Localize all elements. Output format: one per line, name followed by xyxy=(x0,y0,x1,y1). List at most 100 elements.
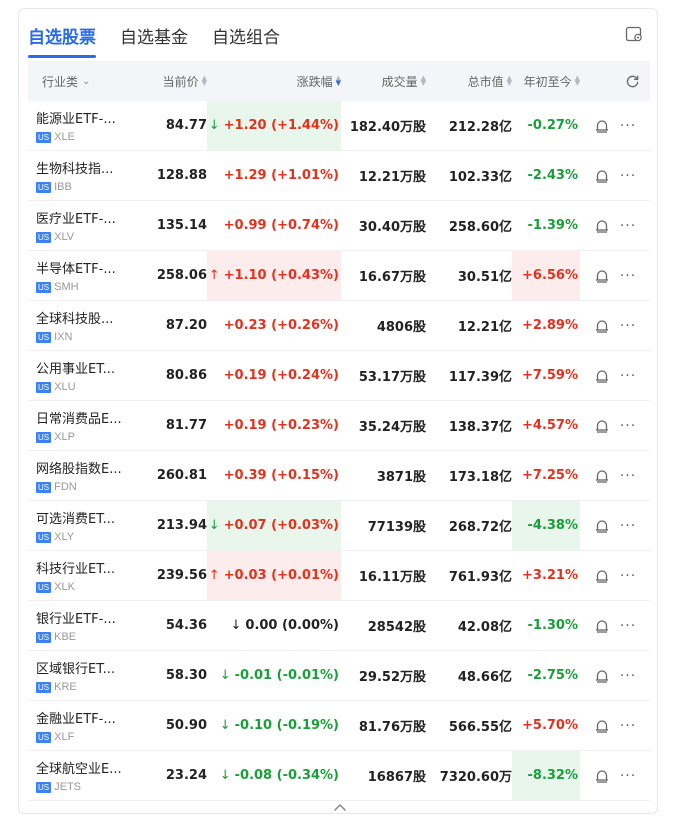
fund-name[interactable]: 能源业ETF-... xyxy=(36,108,116,127)
fund-name[interactable]: 公用事业ET... xyxy=(36,358,115,377)
market-badge: US xyxy=(36,131,52,143)
bell-icon[interactable] xyxy=(594,118,610,134)
price-value: 128.88 xyxy=(156,168,207,183)
more-icon[interactable]: ··· xyxy=(620,669,636,683)
table-row[interactable]: 网络股指数E... US FDN 260.81 +0.39 (+0.15%) 3… xyxy=(28,451,650,501)
ops-cell: ··· xyxy=(580,251,650,300)
header-ytd[interactable]: 年初至今 ▲ ▼ xyxy=(512,73,580,90)
market-cap-value: 12.21亿 xyxy=(457,320,512,335)
more-icon[interactable]: ··· xyxy=(620,619,636,633)
ytd-value: +2.89% xyxy=(522,318,578,333)
bell-icon[interactable] xyxy=(594,768,610,784)
table-row[interactable]: 金融业ETF-... US XLF 50.90 ↓ -0.10 (-0.19%) … xyxy=(28,701,650,751)
ticker-symbol: JETS xyxy=(54,781,82,793)
ytd-cell: +6.56% xyxy=(512,251,580,300)
change-cell: +0.19 (+0.23%) xyxy=(207,401,341,450)
fund-name[interactable]: 银行业ETF-... xyxy=(36,608,116,627)
fund-name[interactable]: 可选消费ET... xyxy=(36,508,115,527)
ticker: US XLV xyxy=(36,231,74,243)
table-row[interactable]: 区域银行ET... US KRE 58.30 ↓ -0.01 (-0.01%) 2… xyxy=(28,651,650,701)
more-icon[interactable]: ··· xyxy=(620,519,636,533)
name-cell: 全球航空业E... US JETS xyxy=(28,751,132,800)
table-row[interactable]: 全球航空业E... US JETS 23.24 ↓ -0.08 (-0.34%) … xyxy=(28,751,650,801)
ytd-cell: +3.21% xyxy=(512,551,580,600)
ytd-cell: +5.70% xyxy=(512,701,580,750)
refresh-icon[interactable] xyxy=(625,74,640,89)
table-row[interactable]: 银行业ETF-... US KBE 54.36 ↓ 0.00 (0.00%) 28… xyxy=(28,601,650,651)
fund-name[interactable]: 区域银行ET... xyxy=(36,658,115,677)
volume-cell: 12.21万股 xyxy=(341,151,426,200)
bell-icon[interactable] xyxy=(594,618,610,634)
ticker: US JETS xyxy=(36,781,81,793)
fund-name[interactable]: 日常消费品E... xyxy=(36,408,122,427)
more-icon[interactable]: ··· xyxy=(620,319,636,333)
volume-value: 35.24万股 xyxy=(358,420,426,435)
price-cell: 54.36 xyxy=(132,601,207,650)
table-row[interactable]: 生物科技指... US IBB 128.88 +1.29 (+1.01%) 12… xyxy=(28,151,650,201)
more-icon[interactable]: ··· xyxy=(620,569,636,583)
tab-portfolios[interactable]: 自选组合 xyxy=(212,23,280,49)
price-cell: 239.56 xyxy=(132,551,207,600)
table-row[interactable]: 全球科技股... US IXN 87.20 +0.23 (+0.26%) 480… xyxy=(28,301,650,351)
table-row[interactable]: 科技行业ET... US XLK 239.56 ↑ +0.03 (+0.01%) … xyxy=(28,551,650,601)
tab-stocks[interactable]: 自选股票 xyxy=(28,23,96,58)
header-price[interactable]: 当前价 ▲ ▼ xyxy=(132,73,207,90)
price-value: 50.90 xyxy=(165,718,207,733)
more-icon[interactable]: ··· xyxy=(620,269,636,283)
change-value: ↓ 0.00 (0.00%) xyxy=(230,618,340,633)
table-row[interactable]: 公用事业ET... US XLU 80.86 +0.19 (+0.24%) 53… xyxy=(28,351,650,401)
volume-value: 81.76万股 xyxy=(358,720,426,735)
header-change[interactable]: 涨跌幅 ▲ ▼ xyxy=(207,73,341,90)
ytd-value: -2.75% xyxy=(527,668,579,683)
volume-value: 182.40万股 xyxy=(349,120,426,135)
volume-value: 3871股 xyxy=(376,470,426,485)
tab-funds[interactable]: 自选基金 xyxy=(120,23,188,49)
header-ops xyxy=(580,74,650,89)
bell-icon[interactable] xyxy=(594,418,610,434)
change-cell: ↓ 0.00 (0.00%) xyxy=(207,601,341,650)
bell-icon[interactable] xyxy=(594,468,610,484)
price-value: 135.14 xyxy=(156,218,207,233)
settings-icon[interactable] xyxy=(625,25,643,43)
ytd-value: -1.30% xyxy=(527,618,579,633)
bell-icon[interactable] xyxy=(594,368,610,384)
table-row[interactable]: 可选消费ET... US XLY 213.94 ↓ +0.07 (+0.03%) … xyxy=(28,501,650,551)
more-icon[interactable]: ··· xyxy=(620,369,636,383)
market-cap-cell: 212.28亿 xyxy=(426,101,512,150)
bell-icon[interactable] xyxy=(594,218,610,234)
header-industry[interactable]: 行业类 ⌄ xyxy=(28,73,132,90)
fund-name[interactable]: 网络股指数E... xyxy=(36,458,122,477)
fund-name[interactable]: 科技行业ET... xyxy=(36,558,115,577)
fund-name[interactable]: 全球科技股... xyxy=(36,308,113,327)
bell-icon[interactable] xyxy=(594,318,610,334)
ytd-value: +3.21% xyxy=(522,568,578,583)
more-icon[interactable]: ··· xyxy=(620,719,636,733)
fund-name[interactable]: 生物科技指... xyxy=(36,158,113,177)
bell-icon[interactable] xyxy=(594,268,610,284)
header-market-cap[interactable]: 总市值 ▲ ▼ xyxy=(426,73,512,90)
volume-value: 29.52万股 xyxy=(358,670,426,685)
table-row[interactable]: 半导体ETF-... US SMH 258.06 ↑ +1.10 (+0.43%)… xyxy=(28,251,650,301)
more-icon[interactable]: ··· xyxy=(620,769,636,783)
fund-name[interactable]: 金融业ETF-... xyxy=(36,708,116,727)
bell-icon[interactable] xyxy=(594,718,610,734)
watchlist-table: 行业类 ⌄ 当前价 ▲ ▼ 涨跌幅 ▲ ▼ 成交量 ▲ ▼ 总市值 ▲ ▼ 年初至今 ▲… xyxy=(28,61,650,801)
more-icon[interactable]: ··· xyxy=(620,469,636,483)
table-row[interactable]: 医疗业ETF-... US XLV 135.14 +0.99 (+0.74%) … xyxy=(28,201,650,251)
more-icon[interactable]: ··· xyxy=(620,219,636,233)
fund-name[interactable]: 医疗业ETF-... xyxy=(36,208,116,227)
more-icon[interactable]: ··· xyxy=(620,419,636,433)
more-icon[interactable]: ··· xyxy=(620,119,636,133)
ticker-symbol: KBE xyxy=(54,631,77,643)
fund-name[interactable]: 全球航空业E... xyxy=(36,758,122,777)
header-volume[interactable]: 成交量 ▲ ▼ xyxy=(341,73,426,90)
bell-icon[interactable] xyxy=(594,518,610,534)
bell-icon[interactable] xyxy=(594,668,610,684)
bell-icon[interactable] xyxy=(594,168,610,184)
table-row[interactable]: 日常消费品E... US XLP 81.77 +0.19 (+0.23%) 35… xyxy=(28,401,650,451)
bell-icon[interactable] xyxy=(594,568,610,584)
more-icon[interactable]: ··· xyxy=(620,169,636,183)
fund-name[interactable]: 半导体ETF-... xyxy=(36,258,116,277)
table-row[interactable]: 能源业ETF-... US XLE 84.77 ↓ +1.20 (+1.44%) … xyxy=(28,101,650,151)
chevron-up-icon[interactable] xyxy=(333,801,347,813)
